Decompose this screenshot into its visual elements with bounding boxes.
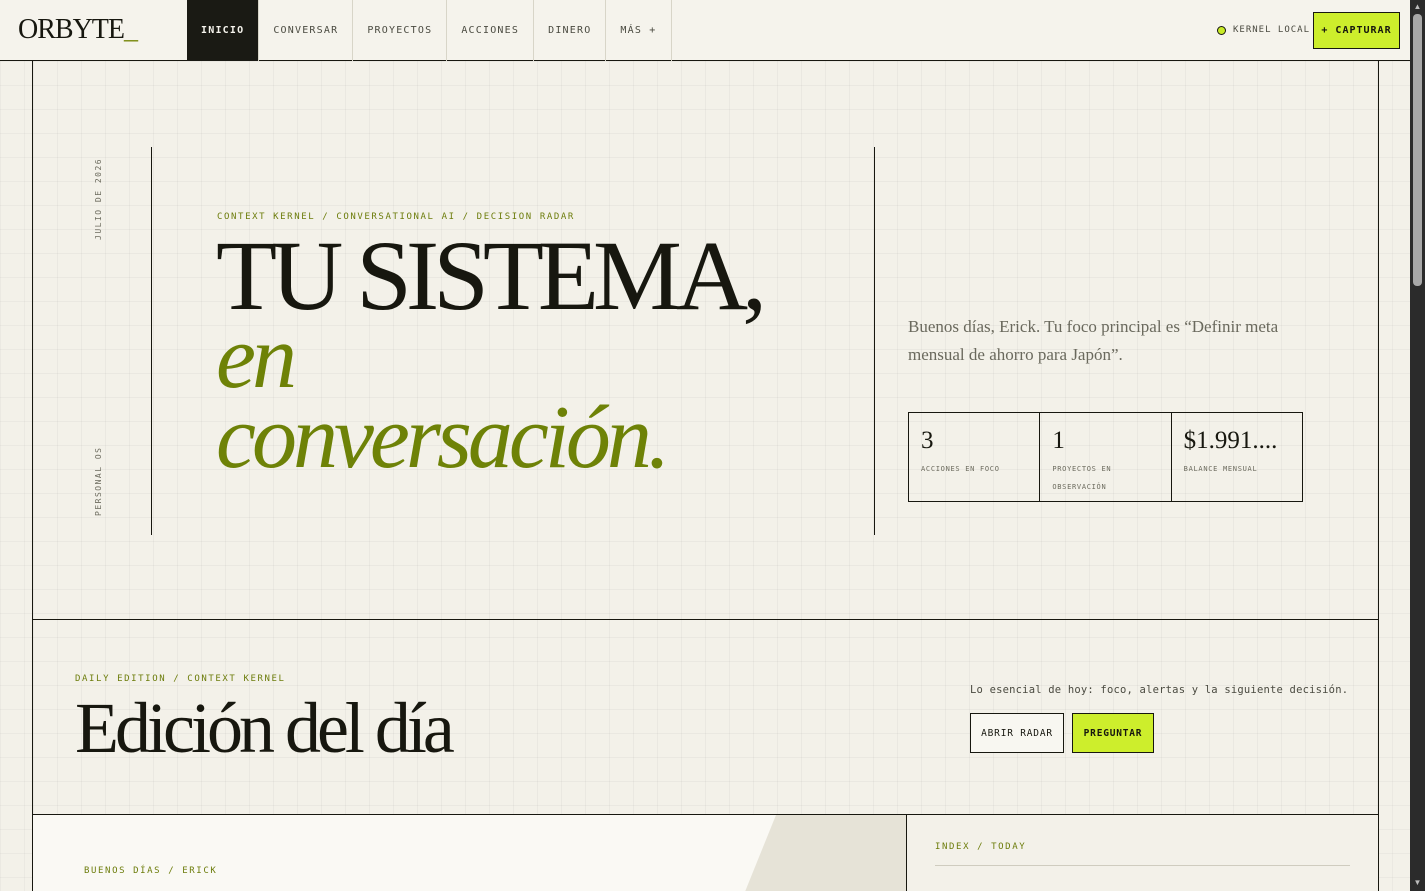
os-vertical-label: PERSONAL OS [94, 446, 103, 516]
nav-item-proyectos[interactable]: PROYECTOS [353, 0, 448, 61]
stat-label: BALANCE MENSUAL [1183, 465, 1258, 473]
section-divider [33, 619, 1378, 620]
hero-right-rule [874, 147, 875, 535]
logo[interactable]: ORBYTE_ [18, 14, 138, 46]
stat-actions[interactable]: 3 ACCIONES EN FOCO [909, 413, 1041, 501]
hero-title-line3: conversación. [216, 388, 670, 487]
stat-value: $1.991.... [1183, 427, 1278, 454]
scrollbar-thumb[interactable] [1413, 14, 1422, 286]
edition-kicker: DAILY EDITION / CONTEXT KERNEL [75, 674, 286, 684]
decorative-shape [743, 815, 906, 891]
stat-value: 1 [1052, 427, 1065, 454]
kernel-status-label: KERNEL LOCAL [1233, 25, 1311, 35]
nav-item-inicio[interactable]: INICIO [187, 0, 260, 61]
stat-value: 3 [921, 427, 934, 454]
scrollbar[interactable]: ▲ ▼ [1410, 0, 1425, 891]
status-dot-icon [1217, 25, 1226, 35]
top-bar: ORBYTE_ INICIO CONVERSAR PROYECTOS ACCIO… [0, 0, 1410, 61]
stats-grid: 3 ACCIONES EN FOCO 1 PROYECTOS EN OBSERV… [908, 412, 1303, 502]
index-rule [935, 865, 1350, 866]
stat-label: ACCIONES EN FOCO [921, 465, 1000, 473]
stat-projects[interactable]: 1 PROYECTOS EN OBSERVACIÓN [1040, 413, 1172, 501]
edition-summary: Lo esencial de hoy: foco, alertas y la s… [970, 684, 1349, 696]
main-nav: INICIO CONVERSAR PROYECTOS ACCIONES DINE… [187, 0, 672, 61]
greeting-panel-kicker: BUENOS DÍAS / ERICK [84, 866, 218, 876]
hero-left-rule [151, 147, 152, 535]
greeting-text: Buenos días, Erick. Tu foco principal es… [908, 317, 1279, 364]
scroll-up-icon[interactable]: ▲ [1412, 2, 1423, 12]
index-panel [907, 815, 1378, 891]
hero-title-italic: en conversación. [216, 308, 670, 487]
ask-button[interactable]: PREGUNTAR [1072, 713, 1154, 753]
kernel-status: KERNEL LOCAL [1217, 25, 1310, 35]
hero-title-line2: en [216, 308, 297, 407]
nav-item-conversar[interactable]: CONVERSAR [259, 0, 354, 61]
greeting-panel [33, 815, 906, 891]
stat-label: PROYECTOS EN OBSERVACIÓN [1052, 465, 1112, 491]
scroll-down-icon[interactable]: ▼ [1412, 878, 1423, 888]
nav-item-mas[interactable]: MÁS + [606, 0, 672, 61]
edition-title: Edición del día [75, 688, 455, 768]
stat-balance[interactable]: $1.991.... BALANCE MENSUAL [1172, 413, 1302, 501]
hero-title-line1: TU SISTEMA, [216, 220, 767, 331]
nav-item-dinero[interactable]: DINERO [534, 0, 607, 61]
open-radar-button[interactable]: ABRIR RADAR [970, 713, 1064, 753]
date-vertical-label: JULIO DE 2026 [94, 157, 103, 240]
nav-item-acciones[interactable]: ACCIONES [447, 0, 535, 61]
index-panel-kicker: INDEX / TODAY [935, 842, 1027, 852]
capture-button[interactable]: + CAPTURAR [1313, 12, 1400, 49]
